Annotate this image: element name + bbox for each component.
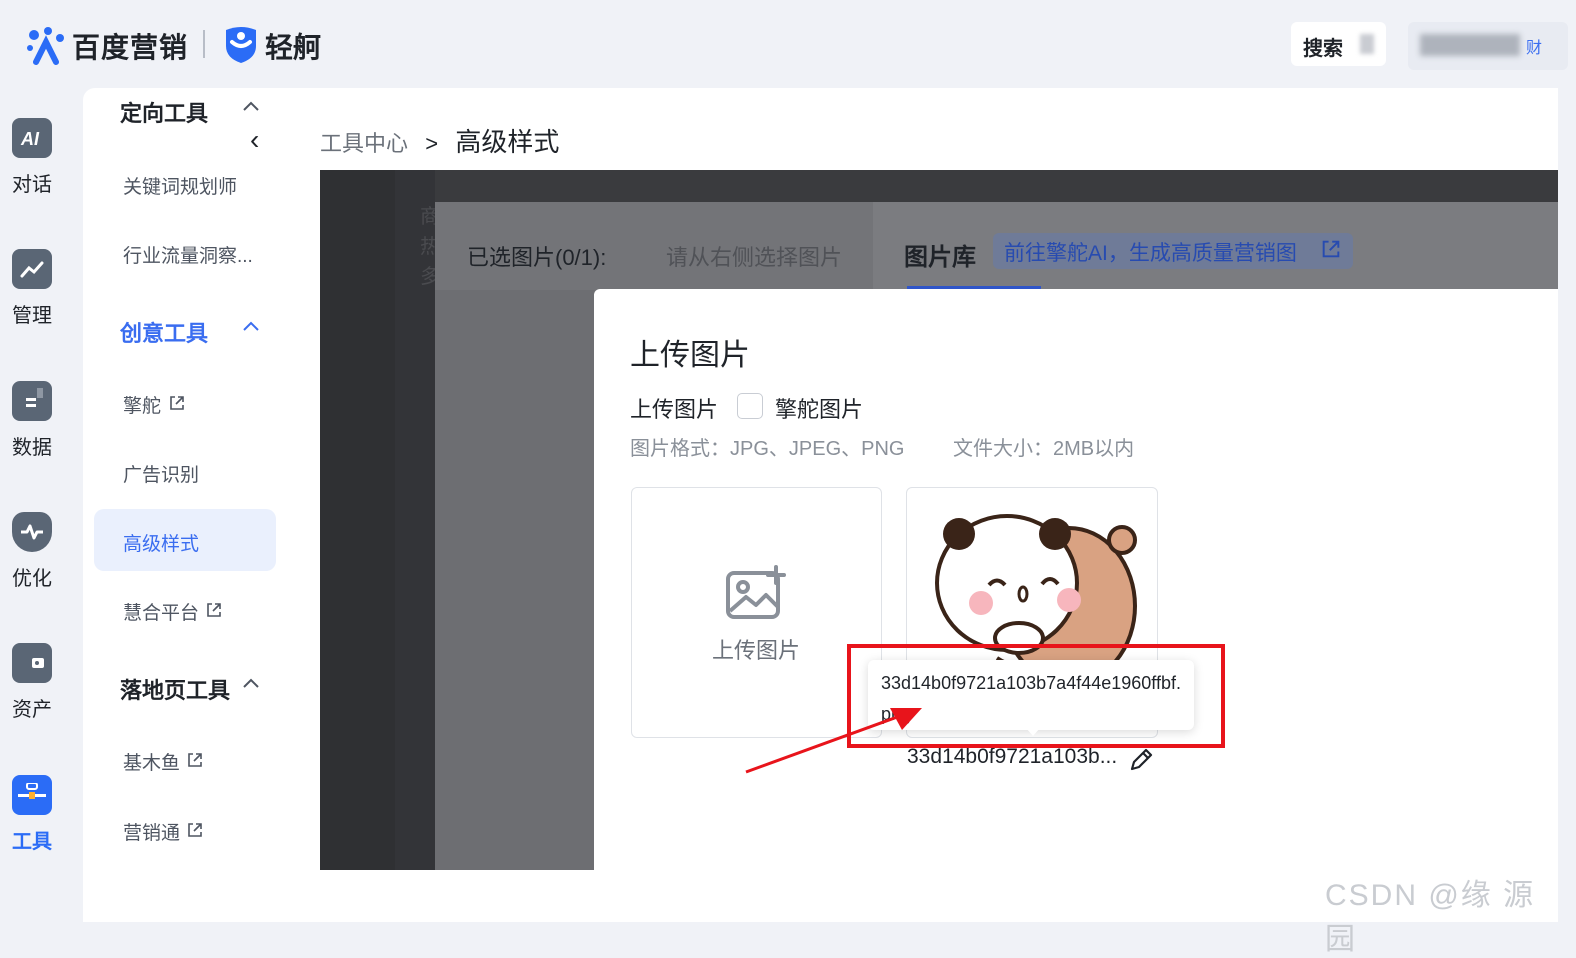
brand-primary: 百度营销 (72, 32, 189, 63)
rail-label: 对话 (12, 174, 52, 196)
rail-item-tools[interactable]: 工具 (0, 775, 64, 854)
rail-item-data[interactable]: 数据 (0, 381, 64, 460)
rail-item-optimize[interactable]: 优化 (0, 512, 64, 591)
sidebar-item-yingxiaotong[interactable]: 营销通 (123, 818, 180, 845)
sidebar-item-industry-insight[interactable]: 行业流量洞察... (123, 241, 253, 268)
breadcrumb-parent[interactable]: 工具中心 (320, 131, 408, 156)
ai-chat-icon: AI (12, 118, 52, 158)
section-title-targeting[interactable]: 定向工具 (120, 96, 208, 128)
collapse-sidebar-icon[interactable]: ‹ (250, 124, 259, 156)
modal-title: 上传图片 (630, 339, 750, 372)
toolbox-icon (12, 775, 52, 815)
breadcrumb-separator: > (425, 131, 439, 156)
selected-hint: 请从右侧选择图片 (666, 245, 843, 270)
rail-label: 优化 (12, 568, 52, 590)
sidebar-item-huihe[interactable]: 慧合平台 (123, 598, 199, 625)
sidebar-item-qingduo[interactable]: 擎舵 (123, 391, 161, 418)
chevron-up-icon[interactable] (242, 320, 260, 332)
upload-card-label: 上传图片 (712, 638, 801, 663)
external-link-icon (170, 396, 184, 410)
sidebar-item-advanced-style[interactable]: 高级样式 (123, 529, 199, 556)
wallet-icon (12, 643, 52, 683)
annotation-arrow-icon (745, 708, 922, 774)
edit-filename-icon[interactable] (1128, 747, 1154, 773)
qingge-logo-icon (226, 27, 256, 63)
shield-pulse-icon (12, 512, 52, 552)
rail-label: 管理 (12, 305, 52, 327)
rail-item-assets[interactable]: 资产 (0, 643, 64, 722)
sidebar-item-ad-recognition[interactable]: 广告识别 (123, 460, 199, 487)
add-image-icon (726, 565, 786, 619)
external-link-icon (188, 753, 202, 767)
breadcrumb-current: 高级样式 (455, 127, 560, 157)
section-title-creative[interactable]: 创意工具 (120, 316, 208, 348)
image-library-tab[interactable]: 图片库 (904, 237, 976, 272)
rail-label: 数据 (12, 437, 52, 459)
image-filename: 33d14b0f9721a103b... (907, 745, 1118, 768)
rail-label: 工具 (12, 831, 52, 853)
external-link-icon (1322, 240, 1340, 258)
trend-chart-icon (12, 249, 52, 289)
overlay-column (320, 170, 395, 870)
baidu-marketing-logo-icon (27, 27, 64, 65)
rail-item-chat[interactable]: AI 对话 (0, 118, 64, 197)
rail-item-manage[interactable]: 管理 (0, 249, 64, 328)
size-hint: 文件大小：2MB以内 (953, 438, 1135, 460)
brand-secondary: 轻舸 (265, 32, 322, 63)
tools-sidebar (83, 88, 297, 922)
external-link-icon (207, 603, 221, 617)
user-account-tail: 财 (1526, 40, 1543, 57)
sidebar-item-keyword-planner[interactable]: 关键词规划师 (123, 172, 237, 199)
section-title-landing[interactable]: 落地页工具 (120, 673, 230, 705)
external-link-icon (188, 823, 202, 837)
qingduo-ai-link-label[interactable]: 前往擎舵AI，生成高质量营销图 (1004, 237, 1297, 267)
user-name-blurred (1420, 34, 1520, 56)
svg-text:AI: AI (20, 129, 40, 149)
chevron-up-icon[interactable] (242, 677, 260, 689)
chevron-up-icon[interactable] (242, 100, 260, 112)
sidebar-item-jimuyu[interactable]: 基木鱼 (123, 748, 180, 775)
tab-qingduo-image[interactable]: 擎舵图片 (775, 392, 863, 424)
brand-divider (203, 30, 205, 58)
selected-count-label: 已选图片(0/1): (467, 245, 607, 270)
format-hint: 图片格式：JPG、JPEG、PNG (630, 438, 905, 460)
csdn-watermark: CSDN @缘 源 园 (1325, 879, 1536, 956)
rail-label: 资产 (12, 699, 52, 721)
search-blurred-content (1360, 34, 1374, 54)
search-label[interactable]: 搜索 (1303, 32, 1343, 61)
tab-upload-image[interactable]: 上传图片 (630, 392, 718, 424)
data-doc-icon (12, 381, 52, 421)
source-toggle-checkbox[interactable] (737, 393, 763, 419)
breadcrumb: 工具中心 > 高级样式 (320, 122, 559, 159)
